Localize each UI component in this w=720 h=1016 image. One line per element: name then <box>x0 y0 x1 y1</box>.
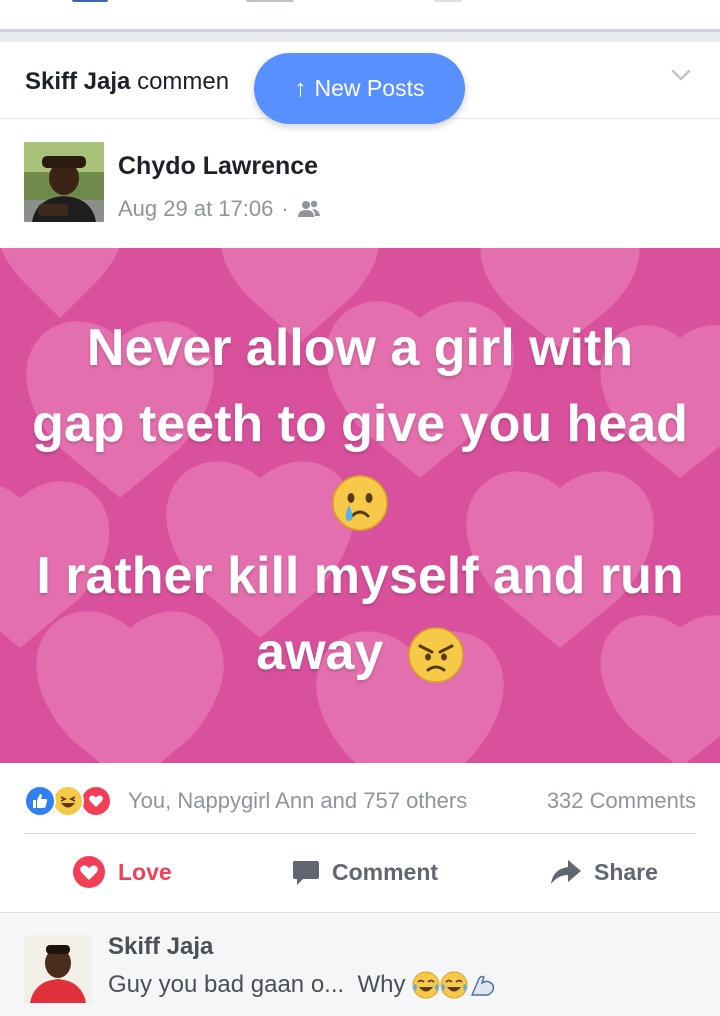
feed-story-card: Skiff Jaja commen ↑ New Posts Chydo Lawr… <box>0 42 720 1016</box>
new-posts-label: New Posts <box>314 75 425 101</box>
crying-face-icon <box>0 462 720 538</box>
share-arrow-icon <box>551 860 581 884</box>
marketplace-tab-icon[interactable] <box>246 0 294 2</box>
news-feed-tab-icon[interactable] <box>72 0 108 2</box>
love-label: Love <box>118 858 172 885</box>
comment-bubble-icon <box>293 861 319 885</box>
commenter-avatar[interactable] <box>24 935 92 1003</box>
comment-label: Comment <box>332 858 439 885</box>
commenter-name[interactable]: Skiff Jaja <box>108 933 213 961</box>
share-button[interactable]: Share <box>550 852 658 892</box>
reactors-names: You, Nappygirl Ann and 757 others <box>128 788 468 813</box>
author-avatar[interactable] <box>24 142 104 222</box>
haha-icon <box>52 785 84 817</box>
author-name[interactable]: Chydo Lawrence <box>118 152 318 181</box>
comment-text: Guy you bad gaan o... Why <box>108 971 406 998</box>
angry-face-icon <box>408 627 464 684</box>
chevron-down-icon[interactable] <box>670 64 692 86</box>
friends-icon <box>297 200 320 217</box>
top-navigation <box>0 0 720 32</box>
post-meta: Aug 29 at 17:06 · <box>118 196 321 222</box>
comments-count[interactable]: 332 Comments <box>547 788 696 814</box>
story-actor[interactable]: Skiff Jaja <box>25 68 130 95</box>
tears-of-joy-icon <box>412 971 440 999</box>
love-icon <box>80 785 112 817</box>
flexed-biceps-icon <box>470 975 494 996</box>
post-text-line-4: away <box>256 623 384 681</box>
post-text-line-4-row: away <box>0 614 720 690</box>
comment-text-row: Guy you bad gaan o... Why <box>108 971 496 999</box>
comment-preview[interactable]: Skiff Jaja Guy you bad gaan o... Why <box>0 912 720 1016</box>
reactions-summary[interactable]: You, Nappygirl Ann and 757 others 332 Co… <box>0 763 720 835</box>
notifications-tab-icon[interactable] <box>430 0 466 2</box>
like-icon <box>24 785 56 817</box>
reaction-icons <box>24 785 112 817</box>
love-reaction-icon <box>73 856 105 888</box>
post-text-line-3: I rather kill myself and run <box>36 547 684 605</box>
post-actions: Love Comment Share <box>0 834 720 912</box>
post-author-row: Chydo Lawrence Aug 29 at 17:06 · <box>0 120 720 248</box>
arrow-up-icon: ↑ <box>294 74 307 102</box>
meta-separator: · <box>281 196 289 221</box>
post-timestamp[interactable]: Aug 29 at 17:06 <box>118 196 273 222</box>
new-posts-button[interactable]: ↑ New Posts <box>254 53 465 124</box>
post-text-line-1: Never allow a girl with <box>86 319 634 377</box>
tears-of-joy-icon <box>440 971 468 999</box>
story-title: Skiff Jaja commen <box>25 68 229 96</box>
post-text-line-2: gap teeth to give you head <box>32 395 688 453</box>
comment-button[interactable]: Comment <box>292 852 438 892</box>
post-text-background[interactable]: Never allow a girl with gap teeth to giv… <box>0 248 720 763</box>
story-action-text: commen <box>137 68 230 95</box>
post-text: Never allow a girl with gap teeth to giv… <box>0 310 720 690</box>
love-button[interactable]: Love <box>72 852 172 892</box>
share-label: Share <box>594 858 658 885</box>
